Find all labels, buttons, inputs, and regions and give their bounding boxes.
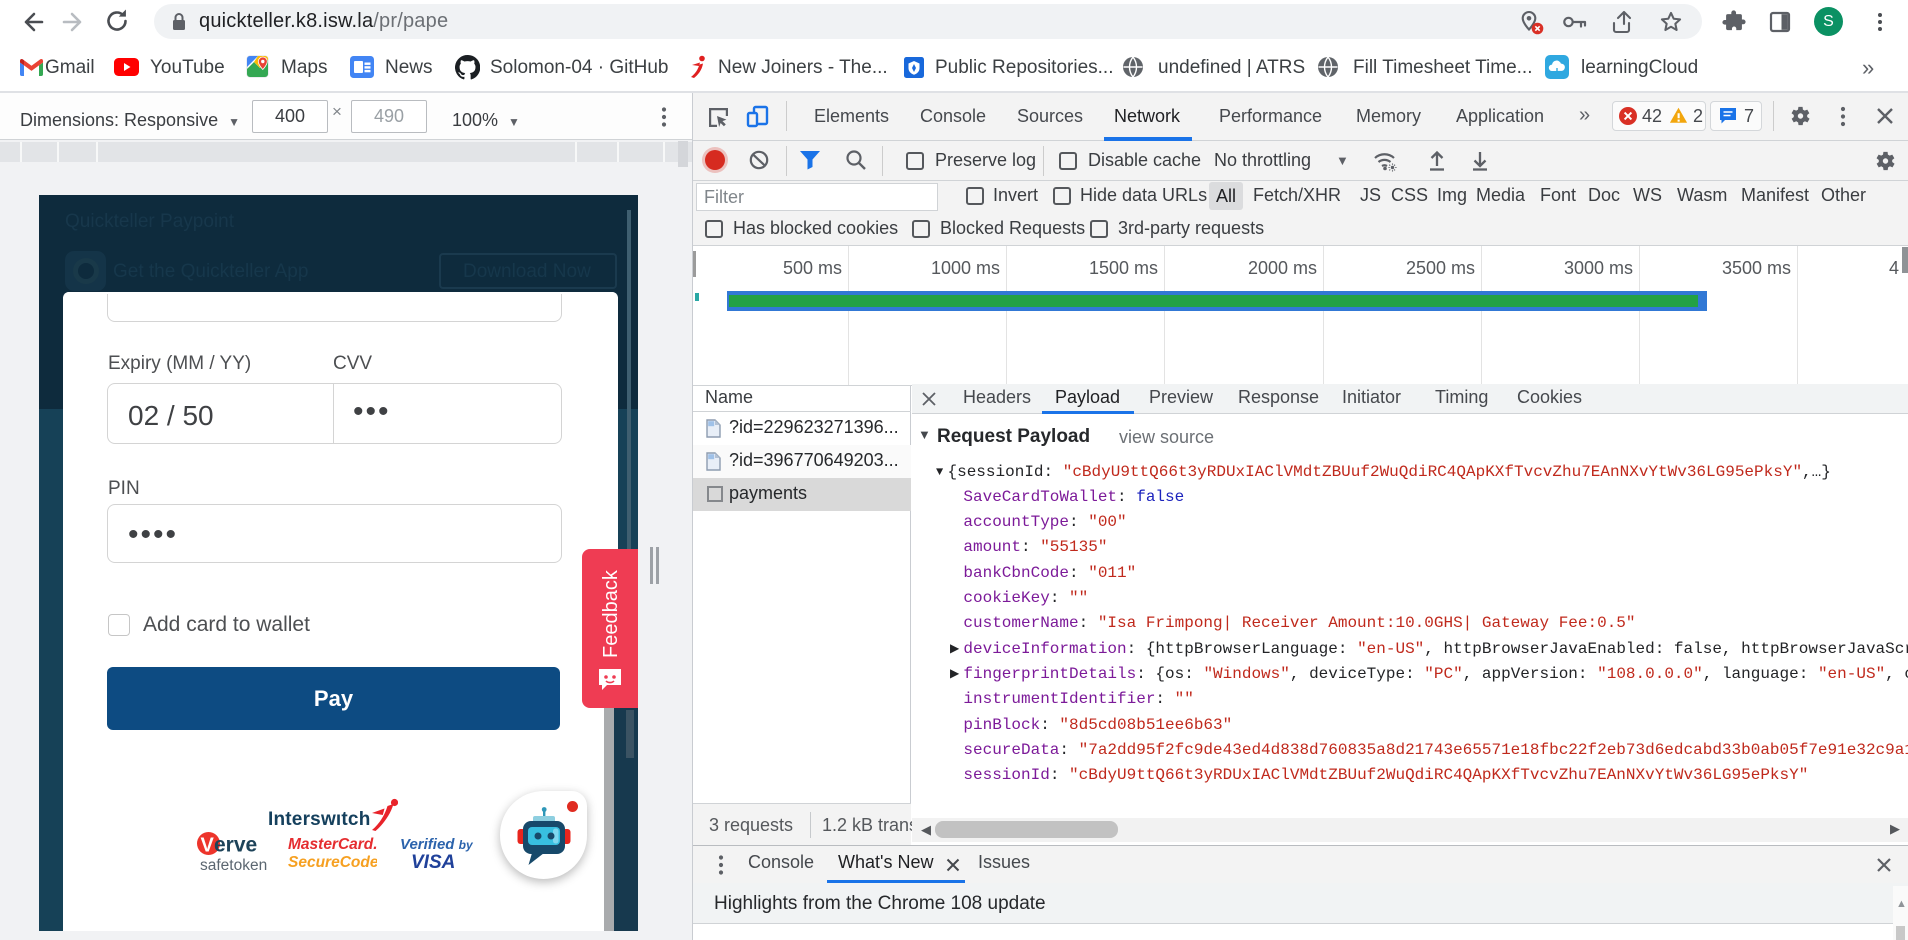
svg-text:Verified by: Verified by <box>400 836 474 853</box>
svg-text:VISA: VISA <box>411 852 455 873</box>
svg-text:erve: erve <box>214 834 257 857</box>
svg-text:MasterCard.: MasterCard. <box>288 836 377 853</box>
svg-text:Interswıtch: Interswıtch <box>268 809 371 830</box>
svg-text:safetoken: safetoken <box>200 857 267 874</box>
svg-text:SecureCode.: SecureCode. <box>288 854 377 871</box>
svg-text:V: V <box>201 835 215 857</box>
